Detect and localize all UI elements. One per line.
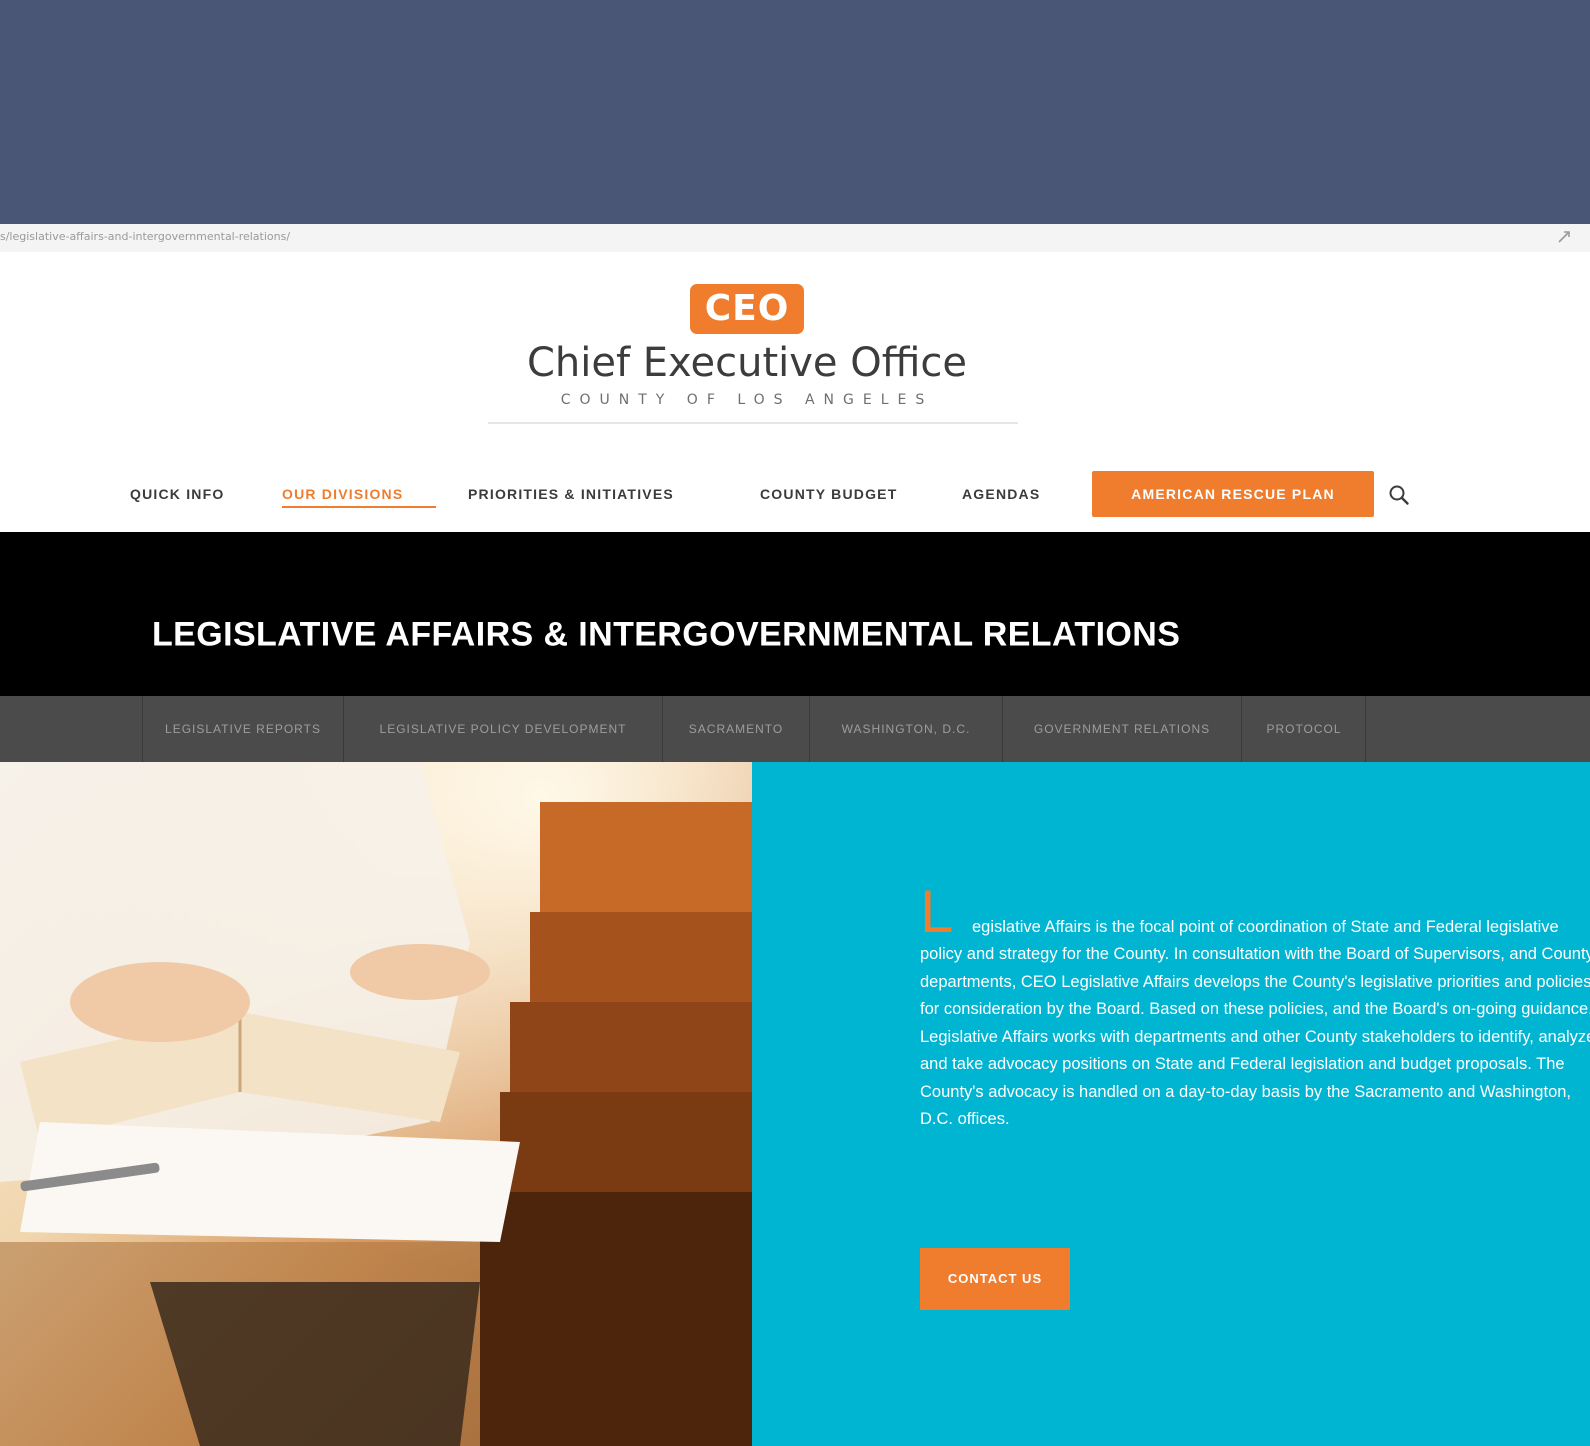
nav-item-quick-info[interactable]: QUICK INFO <box>130 486 224 502</box>
subnav-item-government-relations[interactable]: GOVERNMENT RELATIONS <box>1002 696 1241 762</box>
american-rescue-plan-button[interactable]: AMERICAN RESCUE PLAN <box>1092 471 1374 517</box>
page-title: LEGISLATIVE AFFAIRS & INTERGOVERNMENTAL … <box>152 615 1181 654</box>
main-nav: QUICK INFO OUR DIVISIONS PRIORITIES & IN… <box>0 466 1590 517</box>
books-reading-illustration <box>0 762 752 1446</box>
page-title-band: LEGISLATIVE AFFAIRS & INTERGOVERNMENTAL … <box>0 532 1590 696</box>
contact-us-button[interactable]: CONTACT US <box>920 1248 1070 1310</box>
logo-title[interactable]: Chief Executive Office <box>500 340 994 386</box>
subnav-divider <box>1365 696 1366 762</box>
logo-divider <box>488 422 1018 424</box>
browser-url-bar[interactable]: s/legislative-affairs-and-intergovernmen… <box>0 224 1590 253</box>
ceo-logo-badge[interactable]: CEO <box>690 284 804 334</box>
subnav-item-sacramento[interactable]: SACRAMENTO <box>662 696 809 762</box>
nav-item-county-budget[interactable]: COUNTY BUDGET <box>760 486 897 502</box>
subnav-item-legislative-policy-development[interactable]: LEGISLATIVE POLICY DEVELOPMENT <box>343 696 662 762</box>
expand-icon[interactable] <box>1556 229 1572 245</box>
intro-text: egislative Affairs is the focal point of… <box>920 917 1590 1129</box>
intro-panel: L egislative Affairs is the focal point … <box>752 762 1590 1446</box>
hero-photo <box>0 762 752 1446</box>
url-text: s/legislative-affairs-and-intergovernmen… <box>0 230 291 243</box>
nav-active-underline <box>282 506 436 508</box>
nav-item-priorities-initiatives[interactable]: PRIORITIES & INITIATIVES <box>468 486 674 502</box>
top-band <box>0 0 1590 224</box>
subnav-item-legislative-reports[interactable]: LEGISLATIVE REPORTS <box>142 696 343 762</box>
subnav-item-washington-dc[interactable]: WASHINGTON, D.C. <box>809 696 1002 762</box>
search-icon[interactable] <box>1388 484 1410 506</box>
site-header: CEO Chief Executive Office COUNTY OF LOS… <box>0 252 1590 532</box>
nav-item-agendas[interactable]: AGENDAS <box>962 486 1040 502</box>
nav-item-our-divisions[interactable]: OUR DIVISIONS <box>282 486 403 502</box>
division-subnav: LEGISLATIVE REPORTS LEGISLATIVE POLICY D… <box>0 696 1590 762</box>
subnav-item-protocol[interactable]: PROTOCOL <box>1241 696 1366 762</box>
logo-subtitle: COUNTY OF LOS ANGELES <box>560 392 934 408</box>
